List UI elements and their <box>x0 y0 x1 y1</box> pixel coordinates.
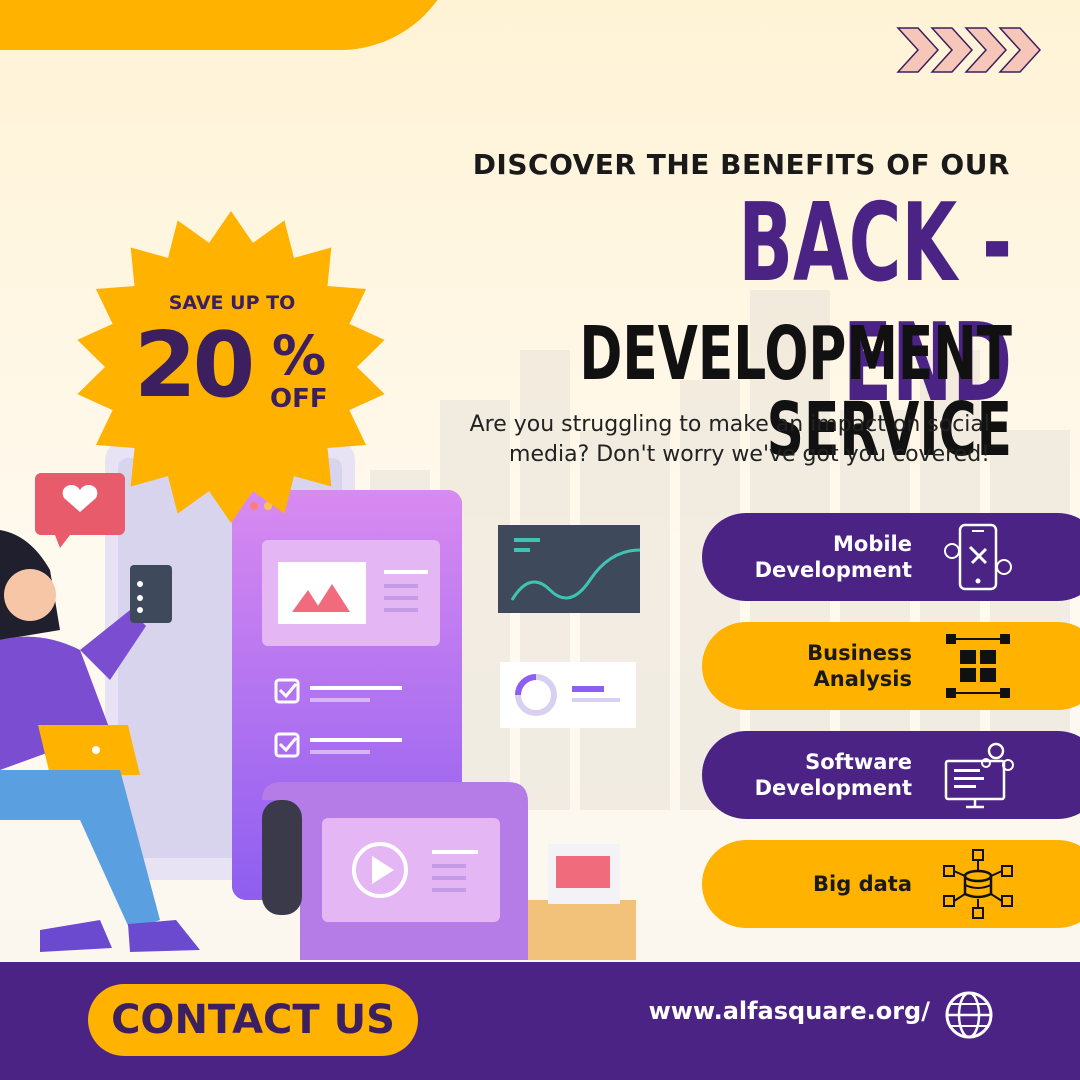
service-label: Big data <box>813 872 912 896</box>
monitor-gears-icon <box>944 742 1014 809</box>
service-software-development[interactable]: Software Development <box>702 731 1080 819</box>
service-mobile-development[interactable]: Mobile Development <box>702 513 1080 601</box>
website-url[interactable]: www.alfasquare.org/ <box>600 997 930 1025</box>
service-label: Business Analysis <box>807 641 912 691</box>
puzzle-nodes-icon <box>946 634 1010 698</box>
headline-intro: DISCOVER THE BENEFITS OF OUR <box>472 148 1010 181</box>
badge-discount-number: 20 <box>134 313 255 418</box>
badge-save-label: SAVE UP TO <box>168 292 296 314</box>
database-network-icon <box>943 849 1013 919</box>
service-big-data[interactable]: Big data <box>702 840 1080 928</box>
service-label: Software Development <box>754 750 912 800</box>
service-business-analysis[interactable]: Business Analysis <box>702 622 1080 710</box>
globe-icon <box>945 991 993 1039</box>
badge-percent-sign: % <box>272 324 327 387</box>
badge-off-label: OFF <box>270 384 328 414</box>
contact-us-button[interactable]: CONTACT US <box>88 984 418 1056</box>
mobile-gear-icon <box>944 523 1012 591</box>
chevron-arrows-icon <box>896 27 1042 73</box>
service-label: Mobile Development <box>754 532 912 582</box>
discount-badge-text: SAVE UP TO 20 % OFF <box>72 208 390 526</box>
